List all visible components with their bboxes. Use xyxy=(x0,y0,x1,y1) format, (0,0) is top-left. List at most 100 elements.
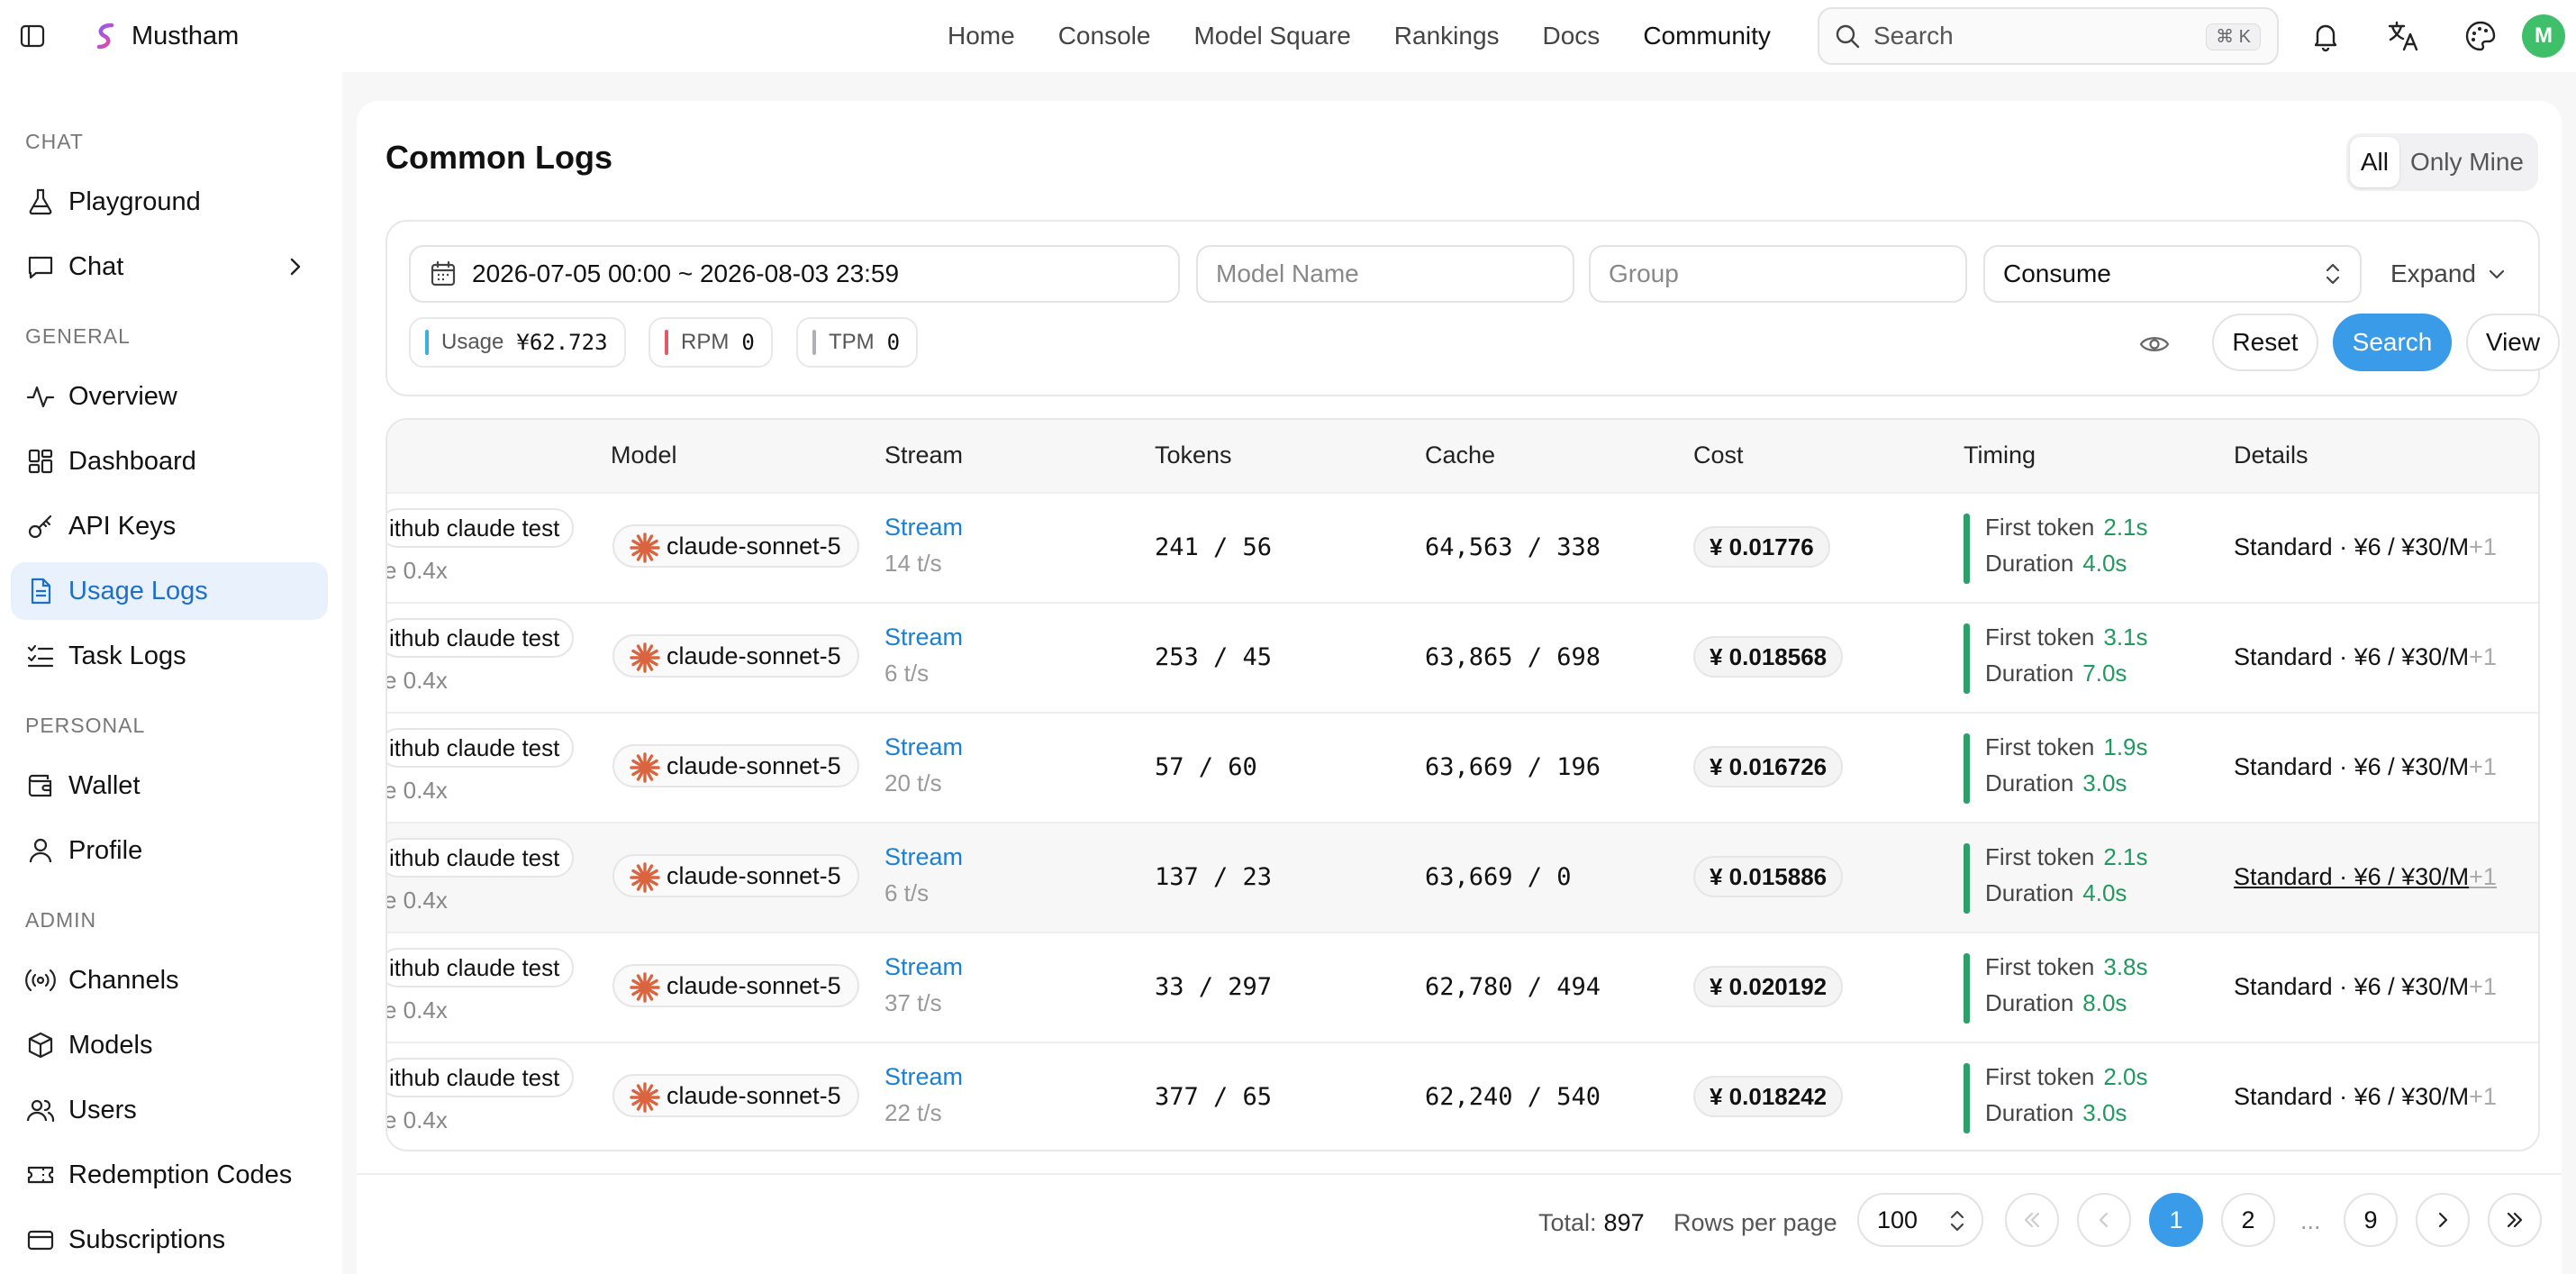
sidebar-item-subscriptions[interactable]: Subscriptions xyxy=(11,1211,328,1269)
sidebar-item-label: Profile xyxy=(68,835,143,865)
log-type-select[interactable]: Consume xyxy=(1983,245,2362,303)
rpm-stat: RPM 0 xyxy=(649,317,773,368)
sidebar-item-dashboard[interactable]: Dashboard xyxy=(11,432,328,490)
header-model[interactable]: Model xyxy=(611,441,677,469)
view-button[interactable]: View xyxy=(2466,314,2560,371)
model-tag[interactable]: claude-sonnet-5 xyxy=(612,964,859,1007)
palette-icon[interactable] xyxy=(2463,18,2499,54)
table-row[interactable]: ithub claude test e 0.4x claude-sonnet-5 St… xyxy=(387,602,2538,712)
header-stream[interactable]: Stream xyxy=(884,441,963,469)
sidebar-item-redemption-codes[interactable]: Redemption Codes xyxy=(11,1146,328,1204)
table-row[interactable]: ithub claude test e 0.4x claude-sonnet-5 St… xyxy=(387,712,2538,822)
sidebar-toggle-icon[interactable] xyxy=(18,22,47,50)
sidebar-item-task-logs[interactable]: Task Logs xyxy=(11,627,328,685)
date-range-picker[interactable]: 2026-07-05 00:00 ~ 2026-08-03 23:59 xyxy=(409,245,1180,303)
cache-value: 64,563 / 338 xyxy=(1425,533,1601,561)
first-token: First token 1.9s xyxy=(1985,733,2148,761)
group-input[interactable]: Group xyxy=(1589,245,1967,303)
duration: Duration 8.0s xyxy=(1985,989,2127,1017)
model-tag[interactable]: claude-sonnet-5 xyxy=(612,1074,859,1117)
model-name: claude-sonnet-5 xyxy=(667,642,841,669)
sidebar-item-wallet[interactable]: Wallet xyxy=(11,757,328,814)
nav-community[interactable]: Community xyxy=(1643,22,1771,50)
rpm-label: RPM xyxy=(681,330,730,354)
sidebar-item-overview[interactable]: Overview xyxy=(11,368,328,425)
details-link[interactable]: Standard · ¥6 / ¥30/M+1 xyxy=(2234,973,2497,1001)
table-row[interactable]: ithub claude test e 0.4x claude-sonnet-5 St… xyxy=(387,822,2538,932)
translate-icon[interactable] xyxy=(2385,18,2421,54)
logo-icon[interactable] xyxy=(90,20,122,52)
token-name: ithub claude test xyxy=(387,1058,575,1097)
details-link[interactable]: Standard · ¥6 / ¥30/M+1 xyxy=(2234,643,2497,671)
first-page-button[interactable] xyxy=(2005,1193,2059,1247)
header-timing[interactable]: Timing xyxy=(1964,441,2036,469)
prev-page-button[interactable] xyxy=(2077,1193,2131,1247)
model-name: claude-sonnet-5 xyxy=(667,862,841,889)
global-search-input[interactable]: Search ⌘ K xyxy=(1818,7,2279,65)
sidebar-item-label: Wallet xyxy=(68,770,141,800)
eye-icon[interactable] xyxy=(2138,328,2171,360)
brand-name[interactable]: Mustham xyxy=(132,22,239,51)
sidebar-item-playground[interactable]: Playground xyxy=(11,173,328,231)
nav-docs[interactable]: Docs xyxy=(1543,22,1601,50)
header-details[interactable]: Details xyxy=(2234,441,2308,469)
sidebar-item-channels[interactable]: Channels xyxy=(11,951,328,1009)
table-row[interactable]: ithub claude test e 0.4x claude-sonnet-5 St… xyxy=(387,932,2538,1042)
search-placeholder: Search xyxy=(1873,22,1954,50)
chevron-right-icon[interactable] xyxy=(283,254,308,279)
cost-value: ¥ 0.020192 xyxy=(1693,966,1844,1007)
model-tag[interactable]: claude-sonnet-5 xyxy=(612,854,859,897)
tokens-value: 57 / 60 xyxy=(1155,753,1257,781)
duration-value: 3.0s xyxy=(2082,769,2127,796)
scope-all-button[interactable]: All xyxy=(2349,137,2399,187)
nav-model-square[interactable]: Model Square xyxy=(1193,22,1350,50)
tokens-value: 253 / 45 xyxy=(1155,643,1273,671)
search-button[interactable]: Search xyxy=(2333,314,2452,371)
duration-label: Duration xyxy=(1985,550,2074,577)
sidebar-item-chat[interactable]: Chat xyxy=(11,238,328,296)
avatar[interactable]: M xyxy=(2522,14,2565,58)
token-name: ithub claude test xyxy=(387,838,575,878)
sidebar-item-models[interactable]: Models xyxy=(11,1016,328,1074)
scope-mine-button[interactable]: Only Mine xyxy=(2399,137,2535,187)
duration: Duration 3.0s xyxy=(1985,769,2127,797)
model-tag[interactable]: claude-sonnet-5 xyxy=(612,634,859,678)
sidebar-item-label: Dashboard xyxy=(68,446,196,476)
details-link[interactable]: Standard · ¥6 / ¥30/M+1 xyxy=(2234,753,2497,781)
page-1-button[interactable]: 1 xyxy=(2149,1193,2203,1247)
header-tokens[interactable]: Tokens xyxy=(1155,441,1232,469)
header-cache[interactable]: Cache xyxy=(1425,441,1495,469)
scope-toggle: All Only Mine xyxy=(2345,133,2538,191)
nav-home[interactable]: Home xyxy=(948,22,1015,50)
first-token-value: 3.8s xyxy=(2103,953,2148,980)
details-link[interactable]: Standard · ¥6 / ¥30/M+1 xyxy=(2234,863,2497,891)
tokens-value: 241 / 56 xyxy=(1155,533,1273,561)
rows-per-page-select[interactable]: 100 xyxy=(1857,1193,1983,1247)
model-tag[interactable]: claude-sonnet-5 xyxy=(612,524,859,568)
duration-label: Duration xyxy=(1985,769,2074,796)
model-name-input[interactable]: Model Name xyxy=(1196,245,1574,303)
page-2-button[interactable]: 2 xyxy=(2221,1193,2275,1247)
cache-value: 63,669 / 196 xyxy=(1425,753,1601,781)
sidebar-item-usage-logs[interactable]: Usage Logs xyxy=(11,562,328,620)
sidebar-item-profile[interactable]: Profile xyxy=(11,822,328,879)
nav-rankings[interactable]: Rankings xyxy=(1394,22,1500,50)
expand-toggle[interactable]: Expand xyxy=(2390,259,2508,288)
sidebar-item-users[interactable]: Users xyxy=(11,1081,328,1139)
usage-label: Usage xyxy=(441,330,504,354)
page-9-button[interactable]: 9 xyxy=(2344,1193,2398,1247)
nav-console[interactable]: Console xyxy=(1058,22,1151,50)
header-cost[interactable]: Cost xyxy=(1693,441,1744,469)
next-page-button[interactable] xyxy=(2416,1193,2470,1247)
details-link[interactable]: Standard · ¥6 / ¥30/M+1 xyxy=(2234,533,2497,561)
flask-icon xyxy=(29,188,52,215)
bell-icon[interactable] xyxy=(2308,18,2344,54)
reset-button[interactable]: Reset xyxy=(2212,314,2318,371)
table-row[interactable]: ithub claude test e 0.4x claude-sonnet-5 St… xyxy=(387,1042,2538,1150)
last-page-button[interactable] xyxy=(2488,1193,2542,1247)
sidebar-item-api-keys[interactable]: API Keys xyxy=(11,497,328,555)
dashboard-icon xyxy=(28,449,53,474)
details-link[interactable]: Standard · ¥6 / ¥30/M+1 xyxy=(2234,1083,2497,1111)
model-tag[interactable]: claude-sonnet-5 xyxy=(612,744,859,787)
table-row[interactable]: ithub claude test e 0.4x claude-sonnet-5 St… xyxy=(387,492,2538,602)
